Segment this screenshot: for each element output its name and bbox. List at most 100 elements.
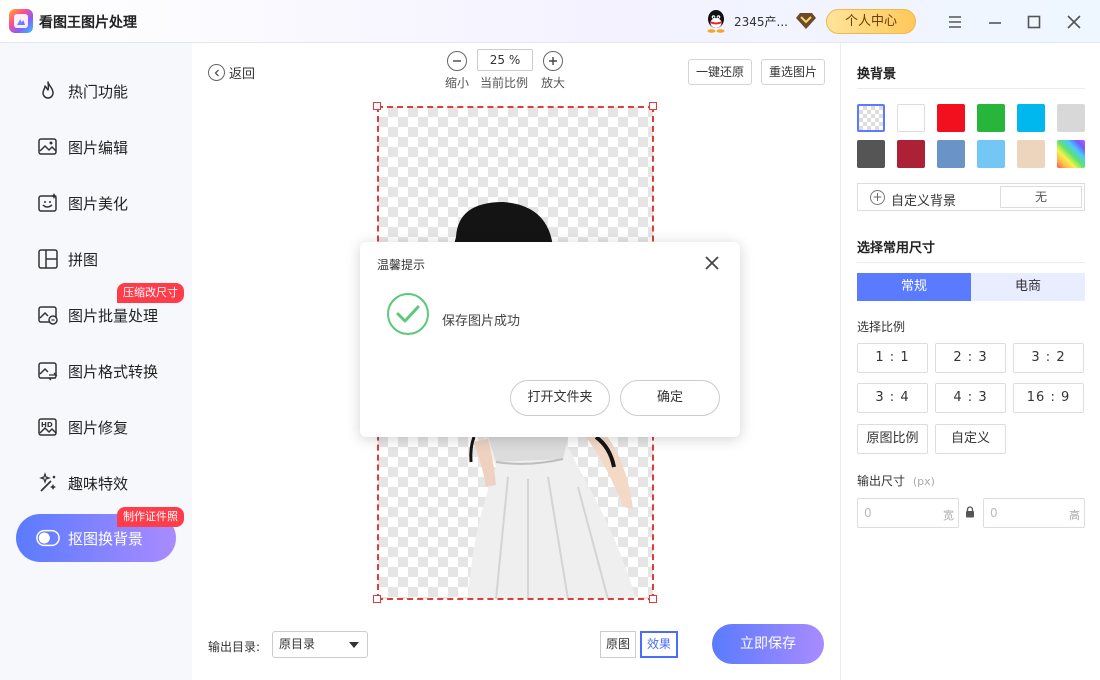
swatch-cyan[interactable] (1017, 104, 1045, 132)
size-section-title: 选择常用尺寸 (857, 241, 936, 256)
lock-icon[interactable] (965, 506, 975, 518)
maximize-icon[interactable] (1021, 9, 1047, 35)
custom-background-label: 自定义背景 (891, 194, 957, 209)
swatch-steel-blue[interactable] (937, 140, 965, 168)
sidebar-item-fun-effects[interactable]: 趣味特效 (16, 459, 176, 507)
custom-background-row[interactable]: + 自定义背景 无 (857, 183, 1085, 211)
minimize-icon[interactable] (982, 9, 1008, 35)
output-dir-select[interactable]: 原目录 (272, 631, 368, 658)
original-ratio-button[interactable]: 原图比例 (857, 424, 928, 454)
sidebar-item-label: 图片编辑 (68, 138, 129, 157)
hd-image-icon: HD (36, 415, 60, 439)
zoom-in-label: 放大 (541, 76, 566, 90)
custom-background-value: 无 (1000, 186, 1082, 208)
output-dir-label: 输出目录: (208, 640, 261, 654)
magic-wand-icon (36, 471, 60, 495)
sidebar-item-label: 抠图换背景 (68, 529, 144, 548)
swatch-rainbow[interactable] (1057, 140, 1085, 168)
view-effect-button[interactable]: 效果 (640, 631, 679, 658)
swatch-crimson[interactable] (897, 140, 925, 168)
swatch-beige[interactable] (1017, 140, 1045, 168)
ratio-16-9-button[interactable]: 16 : 9 (1013, 383, 1084, 413)
confirm-button[interactable]: 确定 (620, 380, 720, 416)
zoom-value-input[interactable]: 25 % (477, 49, 533, 71)
sidebar-item-label: 图片修复 (68, 418, 129, 437)
width-unit: 宽 (943, 509, 954, 522)
sidebar-item-label: 热门功能 (68, 82, 129, 101)
reselect-image-button[interactable]: 重选图片 (761, 59, 826, 85)
swatch-green[interactable] (977, 104, 1005, 132)
sidebar-item-image-repair[interactable]: HD 图片修复 (16, 403, 176, 451)
image-beautify-icon (36, 191, 60, 215)
reset-button[interactable]: 一键还原 (688, 59, 753, 85)
title-bar: 看图王图片处理 2345产... 个人中心 (0, 0, 1100, 43)
save-now-button[interactable]: 立即保存 (712, 624, 824, 664)
output-size-unit: (px) (912, 475, 935, 488)
swatch-dark-gray[interactable] (857, 140, 885, 168)
swatch-light-gray[interactable] (1057, 104, 1085, 132)
flame-icon (36, 79, 60, 103)
custom-ratio-button[interactable]: 自定义 (935, 424, 1006, 454)
sidebar-item-collage[interactable]: 拼图 (16, 235, 176, 283)
right-panel: 换背景 + 自定义背景 无 选择常用尺寸 常规 电商 选择比例 1 : 1 2 … (840, 43, 1100, 680)
sidebar-item-label: 图片格式转换 (68, 362, 159, 381)
swatch-white[interactable] (897, 104, 925, 132)
chevron-left-icon (208, 64, 225, 81)
ratio-4-3-button[interactable]: 4 : 3 (935, 383, 1006, 413)
dialog-message: 保存图片成功 (442, 314, 521, 329)
ratio-3-4-button[interactable]: 3 : 4 (857, 383, 928, 413)
resize-handle-bottom-left[interactable] (373, 595, 381, 603)
background-section-title: 换背景 (857, 67, 897, 82)
menu-icon[interactable] (942, 9, 968, 35)
sidebar-item-image-beautify[interactable]: 图片美化 (16, 179, 176, 227)
badge-compress-resize: 压缩改尺寸 (117, 283, 184, 303)
resize-handle-top-left[interactable] (373, 102, 381, 110)
sidebar-item-label: 图片美化 (68, 194, 129, 213)
sidebar-item-label: 趣味特效 (68, 474, 129, 493)
back-button[interactable]: 返回 (208, 63, 255, 82)
sidebar-item-label: 拼图 (68, 250, 99, 269)
width-input[interactable]: 0 宽 (857, 498, 959, 528)
sidebar-item-image-edit[interactable]: 图片编辑 (16, 123, 176, 171)
resize-handle-bottom-right[interactable] (649, 595, 657, 603)
output-size-label: 输出尺寸 (px) (857, 472, 935, 489)
collage-icon (36, 247, 60, 271)
width-value: 0 (864, 506, 872, 520)
view-original-button[interactable]: 原图 (600, 631, 637, 658)
plus-circle-icon: + (870, 190, 885, 205)
zoom-out-label: 缩小 (445, 76, 470, 90)
image-edit-icon (36, 135, 60, 159)
user-name[interactable]: 2345产... (734, 13, 788, 30)
height-input[interactable]: 0 高 (983, 498, 1085, 528)
swatch-red[interactable] (937, 104, 965, 132)
zoom-in-button[interactable] (543, 51, 563, 71)
tab-regular[interactable]: 常规 (857, 273, 971, 301)
personal-center-button[interactable]: 个人中心 (826, 9, 916, 34)
sidebar-item-hot-features[interactable]: 热门功能 (16, 67, 176, 115)
sidebar-item-label: 图片批量处理 (68, 306, 159, 325)
save-success-dialog: 温馨提示 保存图片成功 打开文件夹 确定 (360, 242, 740, 437)
current-ratio-label: 当前比例 (480, 76, 529, 90)
swatch-sky-blue[interactable] (977, 140, 1005, 168)
app-title: 看图王图片处理 (39, 15, 137, 31)
sidebar-item-format-convert[interactable]: 图片格式转换 (16, 347, 176, 395)
close-window-icon[interactable] (1061, 9, 1087, 35)
qq-avatar-icon[interactable] (705, 9, 727, 33)
ratio-3-2-button[interactable]: 3 : 2 (1013, 343, 1084, 373)
height-value: 0 (990, 506, 998, 520)
ratio-2-3-button[interactable]: 2 : 3 (935, 343, 1006, 373)
format-convert-icon (36, 359, 60, 383)
vip-diamond-icon[interactable] (796, 12, 816, 30)
tab-ecommerce[interactable]: 电商 (971, 273, 1085, 301)
zoom-out-button[interactable] (447, 51, 467, 71)
close-icon[interactable] (703, 254, 721, 272)
badge-id-photo: 制作证件照 (117, 507, 184, 527)
ratio-1-1-button[interactable]: 1 : 1 (857, 343, 928, 373)
resize-handle-top-right[interactable] (649, 102, 657, 110)
ratio-section-label: 选择比例 (857, 320, 906, 334)
sidebar: 热门功能 图片编辑 图片美化 拼图 图片批量处理 压缩改尺寸 图片格式转换 HD (0, 43, 192, 680)
open-folder-button[interactable]: 打开文件夹 (510, 380, 610, 416)
chevron-down-icon (349, 642, 359, 648)
svg-text:HD: HD (41, 421, 53, 429)
swatch-transparent[interactable] (857, 104, 885, 132)
